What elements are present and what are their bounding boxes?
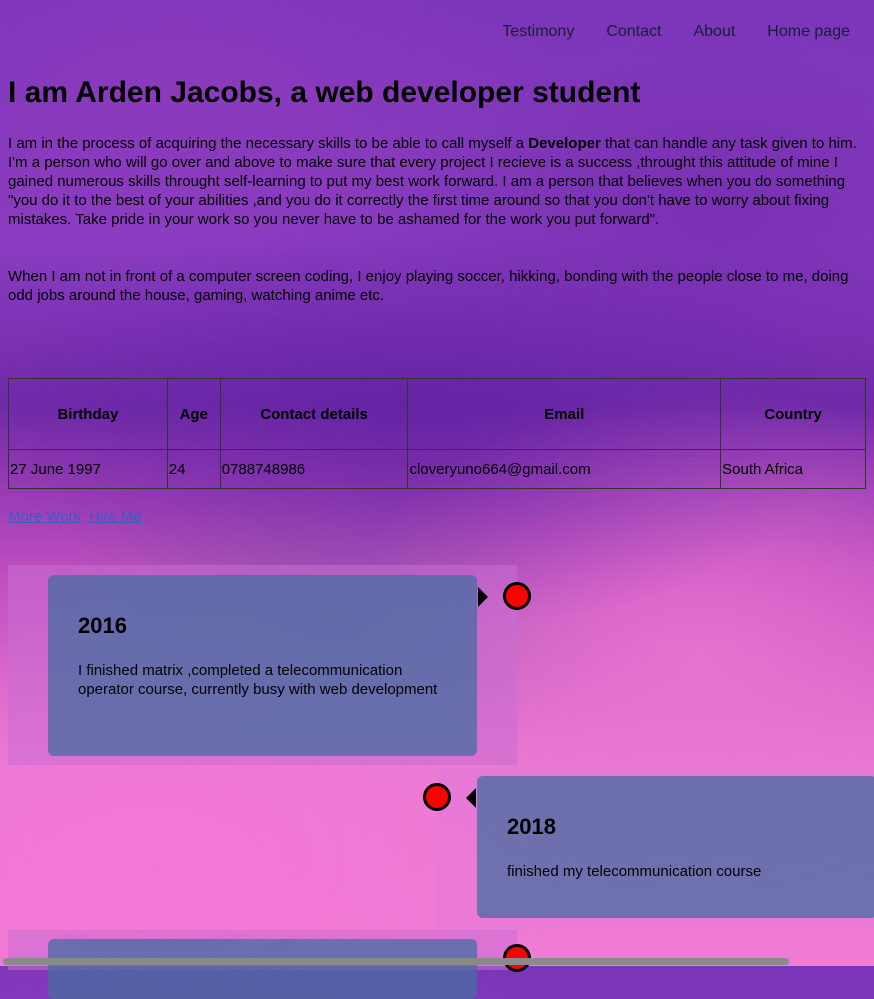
about-text-bold: Developer — [528, 135, 601, 152]
timeline-card-next — [48, 939, 477, 999]
header-contact: Contact details — [219, 378, 409, 450]
timeline-dot-icon — [423, 783, 451, 811]
timeline-pointer-icon — [478, 587, 488, 607]
timeline-card-2016: 2016 I finished matrix ,completed a tele… — [48, 575, 477, 756]
header-country: Country — [720, 378, 866, 450]
header-age: Age — [166, 378, 221, 450]
cell-country: South Africa — [720, 449, 866, 489]
more-work-link[interactable]: More Work — [8, 508, 81, 525]
cell-contact: 0788748986 — [219, 449, 409, 489]
hire-me-link[interactable]: Hire Me — [89, 508, 142, 525]
action-links: More Work Hire Me — [8, 508, 146, 525]
nav-testimony-link[interactable]: Testimony — [502, 23, 574, 41]
cell-age: 24 — [166, 449, 221, 489]
nav-about-link[interactable]: About — [693, 23, 735, 41]
about-text-start: I am in the process of acquiring the nec… — [8, 135, 529, 152]
top-nav: Testimony Contact About Home page — [470, 23, 850, 41]
timeline-text: I finished matrix ,completed a telecommu… — [78, 662, 438, 698]
timeline-year: 2016 — [78, 613, 127, 638]
page-title: I am Arden Jacobs, a web developer stude… — [8, 76, 641, 109]
timeline-year: 2018 — [507, 814, 556, 839]
header-birthday: Birthday — [8, 378, 168, 450]
header-email: Email — [407, 378, 722, 450]
timeline-card-2018: 2018 finished my telecommunication cours… — [477, 776, 874, 918]
info-table: Birthday Age Contact details Email Count… — [8, 378, 866, 489]
table-row: 27 June 1997 24 0788748986 cloveryuno664… — [8, 449, 866, 489]
cell-birthday: 27 June 1997 — [8, 449, 168, 489]
timeline-text: finished my telecommunication course — [507, 863, 762, 880]
nav-contact-link[interactable]: Contact — [606, 23, 661, 41]
nav-home-link[interactable]: Home page — [767, 23, 850, 41]
hobbies-paragraph: When I am not in front of a computer scr… — [8, 268, 849, 304]
cell-email: cloveryuno664@gmail.com — [407, 449, 722, 489]
about-paragraph: I am in the process of acquiring the nec… — [8, 134, 868, 229]
timeline-dot-icon — [503, 582, 531, 610]
horizontal-scrollbar[interactable] — [3, 958, 789, 965]
timeline-pointer-icon — [466, 788, 476, 808]
table-header-row: Birthday Age Contact details Email Count… — [8, 378, 866, 450]
